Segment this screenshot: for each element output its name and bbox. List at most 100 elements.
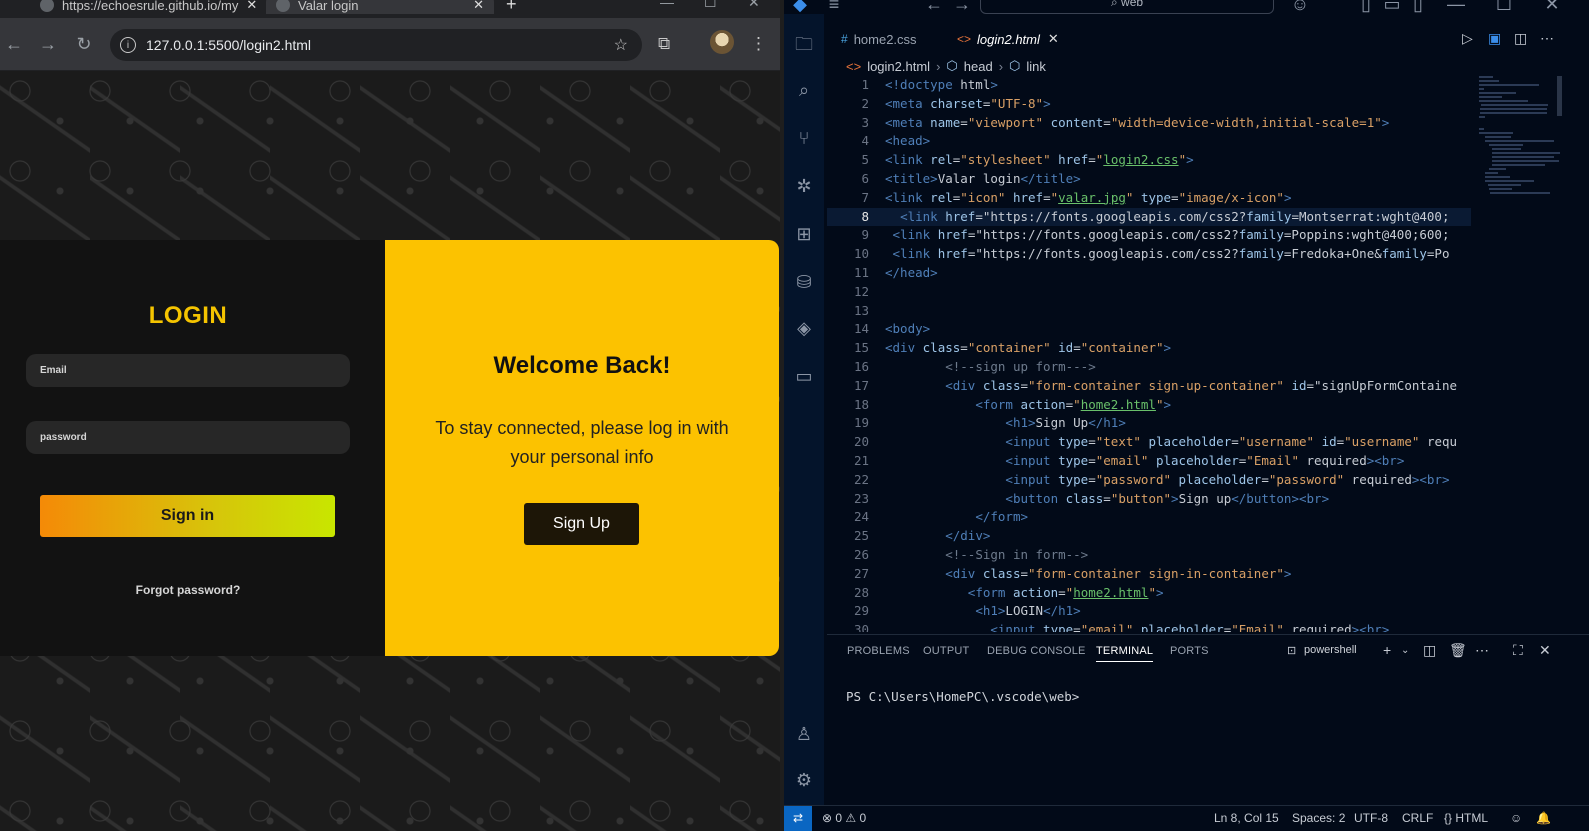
- back-icon[interactable]: ←: [4, 34, 24, 55]
- code-line[interactable]: 14 <body>: [827, 320, 1471, 339]
- eol-status[interactable]: CRLF: [1402, 811, 1433, 825]
- minimize-icon[interactable]: —: [1444, 0, 1468, 14]
- debug-icon[interactable]: ✲: [792, 174, 816, 198]
- copilot-icon[interactable]: ☺: [1288, 0, 1312, 14]
- editor-scrollbar[interactable]: [1557, 76, 1562, 116]
- code-line[interactable]: 5 <link rel="stylesheet" href="login2.css…: [827, 151, 1471, 170]
- tab-ports[interactable]: PORTS: [1170, 645, 1209, 657]
- browser-tab-valar-login[interactable]: Valar login ✕: [266, 0, 494, 14]
- tab-output[interactable]: OUTPUT: [923, 645, 969, 657]
- split-editor-icon[interactable]: ◫: [1514, 30, 1527, 47]
- indentation-status[interactable]: Spaces: 2: [1292, 811, 1345, 825]
- breadcrumb-head[interactable]: head: [964, 59, 993, 74]
- minimap[interactable]: [1479, 76, 1563, 256]
- close-panel-icon[interactable]: ✕: [1539, 642, 1551, 659]
- code-line[interactable]: 16 <!--sign up form--->: [827, 358, 1471, 377]
- code-line[interactable]: 22 <input type="password" placeholder="p…: [827, 471, 1471, 490]
- terminal-name[interactable]: powershell: [1304, 644, 1357, 656]
- new-terminal-icon[interactable]: +: [1383, 642, 1391, 658]
- search-icon[interactable]: ⌕: [792, 78, 816, 102]
- notifications-icon[interactable]: 🔔: [1536, 811, 1551, 825]
- extensions-icon[interactable]: ⊞: [792, 222, 816, 246]
- code-line[interactable]: 4 <head>: [827, 132, 1471, 151]
- more-actions-icon[interactable]: ⋯: [1475, 642, 1489, 659]
- layout-secondary-icon[interactable]: ▯: [1406, 0, 1430, 14]
- layout-panel-icon[interactable]: ▭: [1380, 0, 1404, 14]
- command-center-search[interactable]: ⌕ web: [980, 0, 1274, 14]
- sign-up-button[interactable]: Sign Up: [524, 503, 639, 545]
- code-line[interactable]: 6 <title>Valar login</title>: [827, 170, 1471, 189]
- extensions-icon[interactable]: ⧉: [658, 34, 670, 54]
- code-editor[interactable]: 1 <!doctype html> 2 <meta charset="UTF-8"> 3…: [827, 76, 1471, 632]
- code-line[interactable]: 3 <meta name="viewport" content="width=de…: [827, 114, 1471, 133]
- nav-back-icon[interactable]: ←: [922, 0, 946, 14]
- code-line[interactable]: 24 </form>: [827, 508, 1471, 527]
- nav-forward-icon[interactable]: →: [950, 0, 974, 14]
- bookmark-star-icon[interactable]: ☆: [614, 35, 628, 55]
- code-line[interactable]: 29 <h1>LOGIN</h1>: [827, 602, 1471, 621]
- sign-in-button[interactable]: Sign in: [40, 495, 335, 537]
- problems-status[interactable]: ⊗ 0 ⚠ 0: [822, 811, 866, 825]
- new-tab-icon[interactable]: +: [506, 0, 517, 14]
- code-line[interactable]: 17 <div class="form-container sign-up-co…: [827, 377, 1471, 396]
- profile-avatar[interactable]: [710, 30, 734, 54]
- code-line[interactable]: 8 <link href="https://fonts.googleapis.c…: [827, 207, 1471, 227]
- layout-sidebar-icon[interactable]: ▯: [1354, 0, 1378, 14]
- maximize-panel-icon[interactable]: ⛶: [1513, 642, 1523, 659]
- encoding-status[interactable]: UTF-8: [1354, 811, 1388, 825]
- code-line[interactable]: 13: [827, 302, 1471, 321]
- code-line[interactable]: 11 </head>: [827, 264, 1471, 283]
- maximize-icon[interactable]: ☐: [704, 0, 717, 11]
- code-line[interactable]: 9 <link href="https://fonts.googleapis.c…: [827, 226, 1471, 245]
- terminal-prompt[interactable]: PS C:\Users\HomePC\.vscode\web>: [846, 689, 1079, 704]
- code-line[interactable]: 1 <!doctype html>: [827, 76, 1471, 95]
- cursor-position[interactable]: Ln 8, Col 15: [1214, 811, 1279, 825]
- code-line[interactable]: 18 <form action="home2.html">: [827, 396, 1471, 415]
- tab-home2-css[interactable]: # home2.css: [827, 24, 941, 54]
- code-line[interactable]: 20 <input type="text" placeholder="usern…: [827, 433, 1471, 452]
- maximize-icon[interactable]: ☐: [1492, 0, 1516, 14]
- code-line[interactable]: 7 <link rel="icon" href="valar.jpg" type=…: [827, 189, 1471, 208]
- copilot-status-icon[interactable]: ☺: [1510, 811, 1522, 825]
- more-actions-icon[interactable]: ⋯: [1540, 30, 1554, 47]
- source-control-icon[interactable]: ⑂: [792, 126, 816, 150]
- settings-icon[interactable]: ⚙: [792, 768, 816, 792]
- code-line[interactable]: 26 <!--Sign in form-->: [827, 546, 1471, 565]
- browser-tab-github[interactable]: https://echoesrule.github.io/my ✕: [40, 0, 257, 14]
- language-mode[interactable]: {} HTML: [1444, 811, 1488, 825]
- code-line[interactable]: 23 <button class="button">Sign up</butto…: [827, 490, 1471, 509]
- breadcrumb-link[interactable]: link: [1026, 59, 1046, 74]
- code-line[interactable]: 12: [827, 283, 1471, 302]
- close-window-icon[interactable]: ✕: [748, 0, 760, 11]
- address-bar[interactable]: i 127.0.0.1:5500/login2.html ☆: [110, 29, 642, 61]
- tab-login2-html[interactable]: <> login2.html ✕: [943, 24, 1065, 54]
- remote-icon[interactable]: ⇄: [784, 806, 812, 831]
- code-line[interactable]: 25 </div>: [827, 527, 1471, 546]
- menu-icon[interactable]: ≡: [822, 0, 846, 14]
- code-line[interactable]: 27 <div class="form-container sign-in-co…: [827, 565, 1471, 584]
- layers-icon[interactable]: ◈: [792, 316, 816, 340]
- email-field[interactable]: [26, 354, 350, 387]
- reload-icon[interactable]: ↻: [74, 34, 94, 55]
- explorer-icon[interactable]: 🗀: [792, 32, 816, 56]
- code-line[interactable]: 28 <form action="home2.html">: [827, 584, 1471, 603]
- site-info-icon[interactable]: i: [120, 37, 136, 53]
- close-window-icon[interactable]: ✕: [1540, 0, 1564, 14]
- close-tab-icon[interactable]: ✕: [246, 0, 257, 13]
- chevron-down-icon[interactable]: ⌄: [1401, 645, 1409, 656]
- code-line[interactable]: 19 <h1>Sign Up</h1>: [827, 414, 1471, 433]
- browser-menu-icon[interactable]: ⋮: [750, 34, 767, 54]
- run-icon[interactable]: ▷: [1462, 30, 1473, 47]
- code-line[interactable]: 10 <link href="https://fonts.googleapis.…: [827, 245, 1471, 264]
- tab-terminal[interactable]: TERMINAL: [1096, 645, 1154, 662]
- close-tab-icon[interactable]: ✕: [1048, 31, 1059, 47]
- code-line[interactable]: 15 <div class="container" id="container">: [827, 339, 1471, 358]
- minimize-icon[interactable]: —: [660, 0, 674, 10]
- forgot-password-link[interactable]: Forgot password?: [0, 583, 376, 597]
- close-tab-icon[interactable]: ✕: [473, 0, 484, 13]
- split-terminal-icon[interactable]: ◫: [1423, 642, 1436, 659]
- folder-icon[interactable]: ▭: [792, 364, 816, 388]
- tab-problems[interactable]: PROBLEMS: [847, 645, 910, 657]
- account-icon[interactable]: ♙: [792, 722, 816, 746]
- password-field[interactable]: [26, 421, 350, 454]
